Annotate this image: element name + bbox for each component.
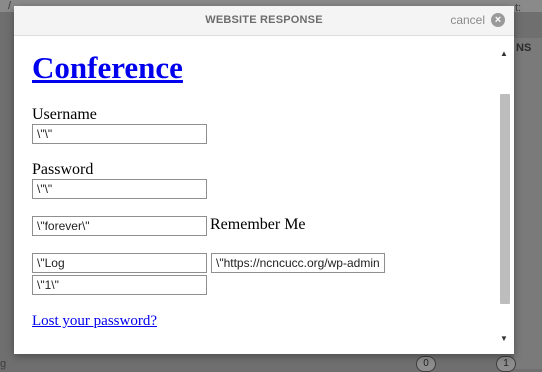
background-column-header: NS	[516, 42, 532, 54]
password-label: Password	[32, 161, 94, 178]
background-count-badge: 0	[416, 356, 436, 372]
modal-header: WEBSITE RESPONSE cancel ×	[14, 6, 514, 36]
response-content: Conference Username \"\" Password \"\" \…	[14, 36, 494, 354]
cancel-button[interactable]: cancel ×	[450, 12, 505, 28]
modal-title: WEBSITE RESPONSE	[205, 14, 323, 26]
username-field[interactable]: \"\"	[32, 124, 207, 144]
lost-password-link[interactable]: Lost your password?	[32, 313, 157, 330]
redirect-field[interactable]: \"https://ncncucc.org/wp-admin	[211, 253, 385, 273]
background-row-text: g	[0, 358, 7, 370]
website-response-modal: WEBSITE RESPONSE cancel × Conference Use…	[14, 6, 514, 354]
username-label: Username	[32, 106, 97, 123]
close-icon[interactable]: ×	[491, 13, 505, 27]
vertical-scrollbar[interactable]: ▲ ▼	[494, 36, 514, 354]
triangle-down-icon[interactable]: ▼	[494, 332, 514, 346]
scroll-thumb[interactable]	[500, 94, 510, 304]
background-right-panel	[514, 38, 542, 369]
testcookie-field[interactable]: \"1\"	[32, 275, 207, 295]
remember-me-field[interactable]: \"forever\"	[32, 216, 207, 236]
password-field[interactable]: \"\"	[32, 179, 207, 199]
background-count-badge: 1	[496, 356, 516, 372]
background-link: /	[8, 0, 12, 12]
log-in-button[interactable]: \"Log	[32, 253, 207, 273]
cancel-label: cancel	[450, 13, 485, 27]
remember-me-label: Remember Me	[210, 216, 306, 233]
background-contact-fragment: t:	[515, 2, 522, 14]
page-title-link[interactable]: Conference	[32, 50, 183, 86]
triangle-up-icon[interactable]: ▲	[494, 47, 514, 61]
